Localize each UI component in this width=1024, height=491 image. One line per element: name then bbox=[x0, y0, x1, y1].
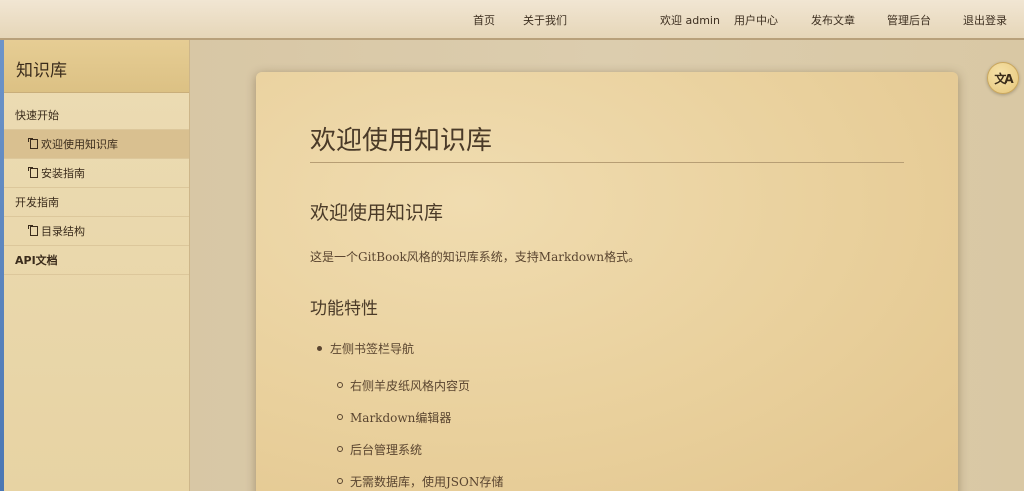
nav-logout-link[interactable]: 退出登录 bbox=[963, 12, 1007, 28]
sidebar-item-label: 目录结构 bbox=[41, 225, 85, 238]
nav-welcome-user: 欢迎 admin bbox=[660, 14, 720, 27]
bullet-circle-icon bbox=[337, 382, 343, 388]
sidebar-item-welcome[interactable]: 欢迎使用知识库 bbox=[4, 130, 189, 159]
list-item: 左侧书签栏导航 bbox=[330, 342, 415, 356]
article-paper: 欢迎使用知识库 欢迎使用知识库 这是一个GitBook风格的知识库系统，支持Ma… bbox=[256, 72, 958, 491]
bullet-disc-icon bbox=[317, 346, 322, 351]
nav-home-link[interactable]: 首页 bbox=[473, 12, 495, 28]
sidebar-item-label: 安装指南 bbox=[41, 167, 85, 180]
nav-user-center-link[interactable]: 用户中心 bbox=[734, 12, 778, 28]
list-item: 右侧羊皮纸风格内容页 bbox=[350, 379, 471, 393]
nav-admin-link[interactable]: 管理后台 bbox=[887, 12, 931, 28]
sidebar: 知识库 快速开始 欢迎使用知识库 安装指南 开发指南 目录结构 API文档 bbox=[4, 40, 190, 491]
top-navbar: 首页 关于我们 欢迎 admin 用户中心 发布文章 管理后台 退出登录 bbox=[0, 0, 1024, 40]
sidebar-item-label: 快速开始 bbox=[15, 109, 59, 122]
title-divider bbox=[310, 162, 904, 163]
features-heading: 功能特性 bbox=[310, 299, 378, 319]
sidebar-item-label: 开发指南 bbox=[15, 196, 59, 209]
document-icon bbox=[28, 225, 38, 236]
translate-icon: 文A bbox=[994, 71, 1013, 86]
sidebar-section-devguide[interactable]: 开发指南 bbox=[4, 188, 189, 217]
sidebar-title: 知识库 bbox=[4, 40, 189, 93]
article-intro: 这是一个GitBook风格的知识库系统，支持Markdown格式。 bbox=[310, 250, 641, 264]
article-heading: 欢迎使用知识库 bbox=[310, 202, 444, 224]
bullet-circle-icon bbox=[337, 414, 343, 420]
bullet-circle-icon bbox=[337, 446, 343, 452]
nav-about-link[interactable]: 关于我们 bbox=[523, 12, 567, 28]
bullet-circle-icon bbox=[337, 478, 343, 484]
nav-publish-link[interactable]: 发布文章 bbox=[811, 12, 855, 28]
article-title: 欢迎使用知识库 bbox=[310, 126, 493, 156]
sidebar-item-label: 欢迎使用知识库 bbox=[41, 138, 118, 151]
document-icon bbox=[28, 167, 38, 178]
sidebar-list: 快速开始 欢迎使用知识库 安装指南 开发指南 目录结构 API文档 bbox=[4, 101, 189, 275]
translate-button[interactable]: 文A bbox=[987, 62, 1019, 94]
list-item: 后台管理系统 bbox=[350, 443, 423, 457]
list-item: 无需数据库，使用JSON存储 bbox=[350, 475, 504, 489]
sidebar-section-quickstart[interactable]: 快速开始 bbox=[4, 101, 189, 130]
list-item: Markdown编辑器 bbox=[350, 411, 452, 425]
sidebar-item-structure[interactable]: 目录结构 bbox=[4, 217, 189, 246]
sidebar-item-install[interactable]: 安装指南 bbox=[4, 159, 189, 188]
sidebar-item-label: API文档 bbox=[15, 254, 58, 267]
document-icon bbox=[28, 138, 38, 149]
sidebar-section-api[interactable]: API文档 bbox=[4, 246, 189, 275]
